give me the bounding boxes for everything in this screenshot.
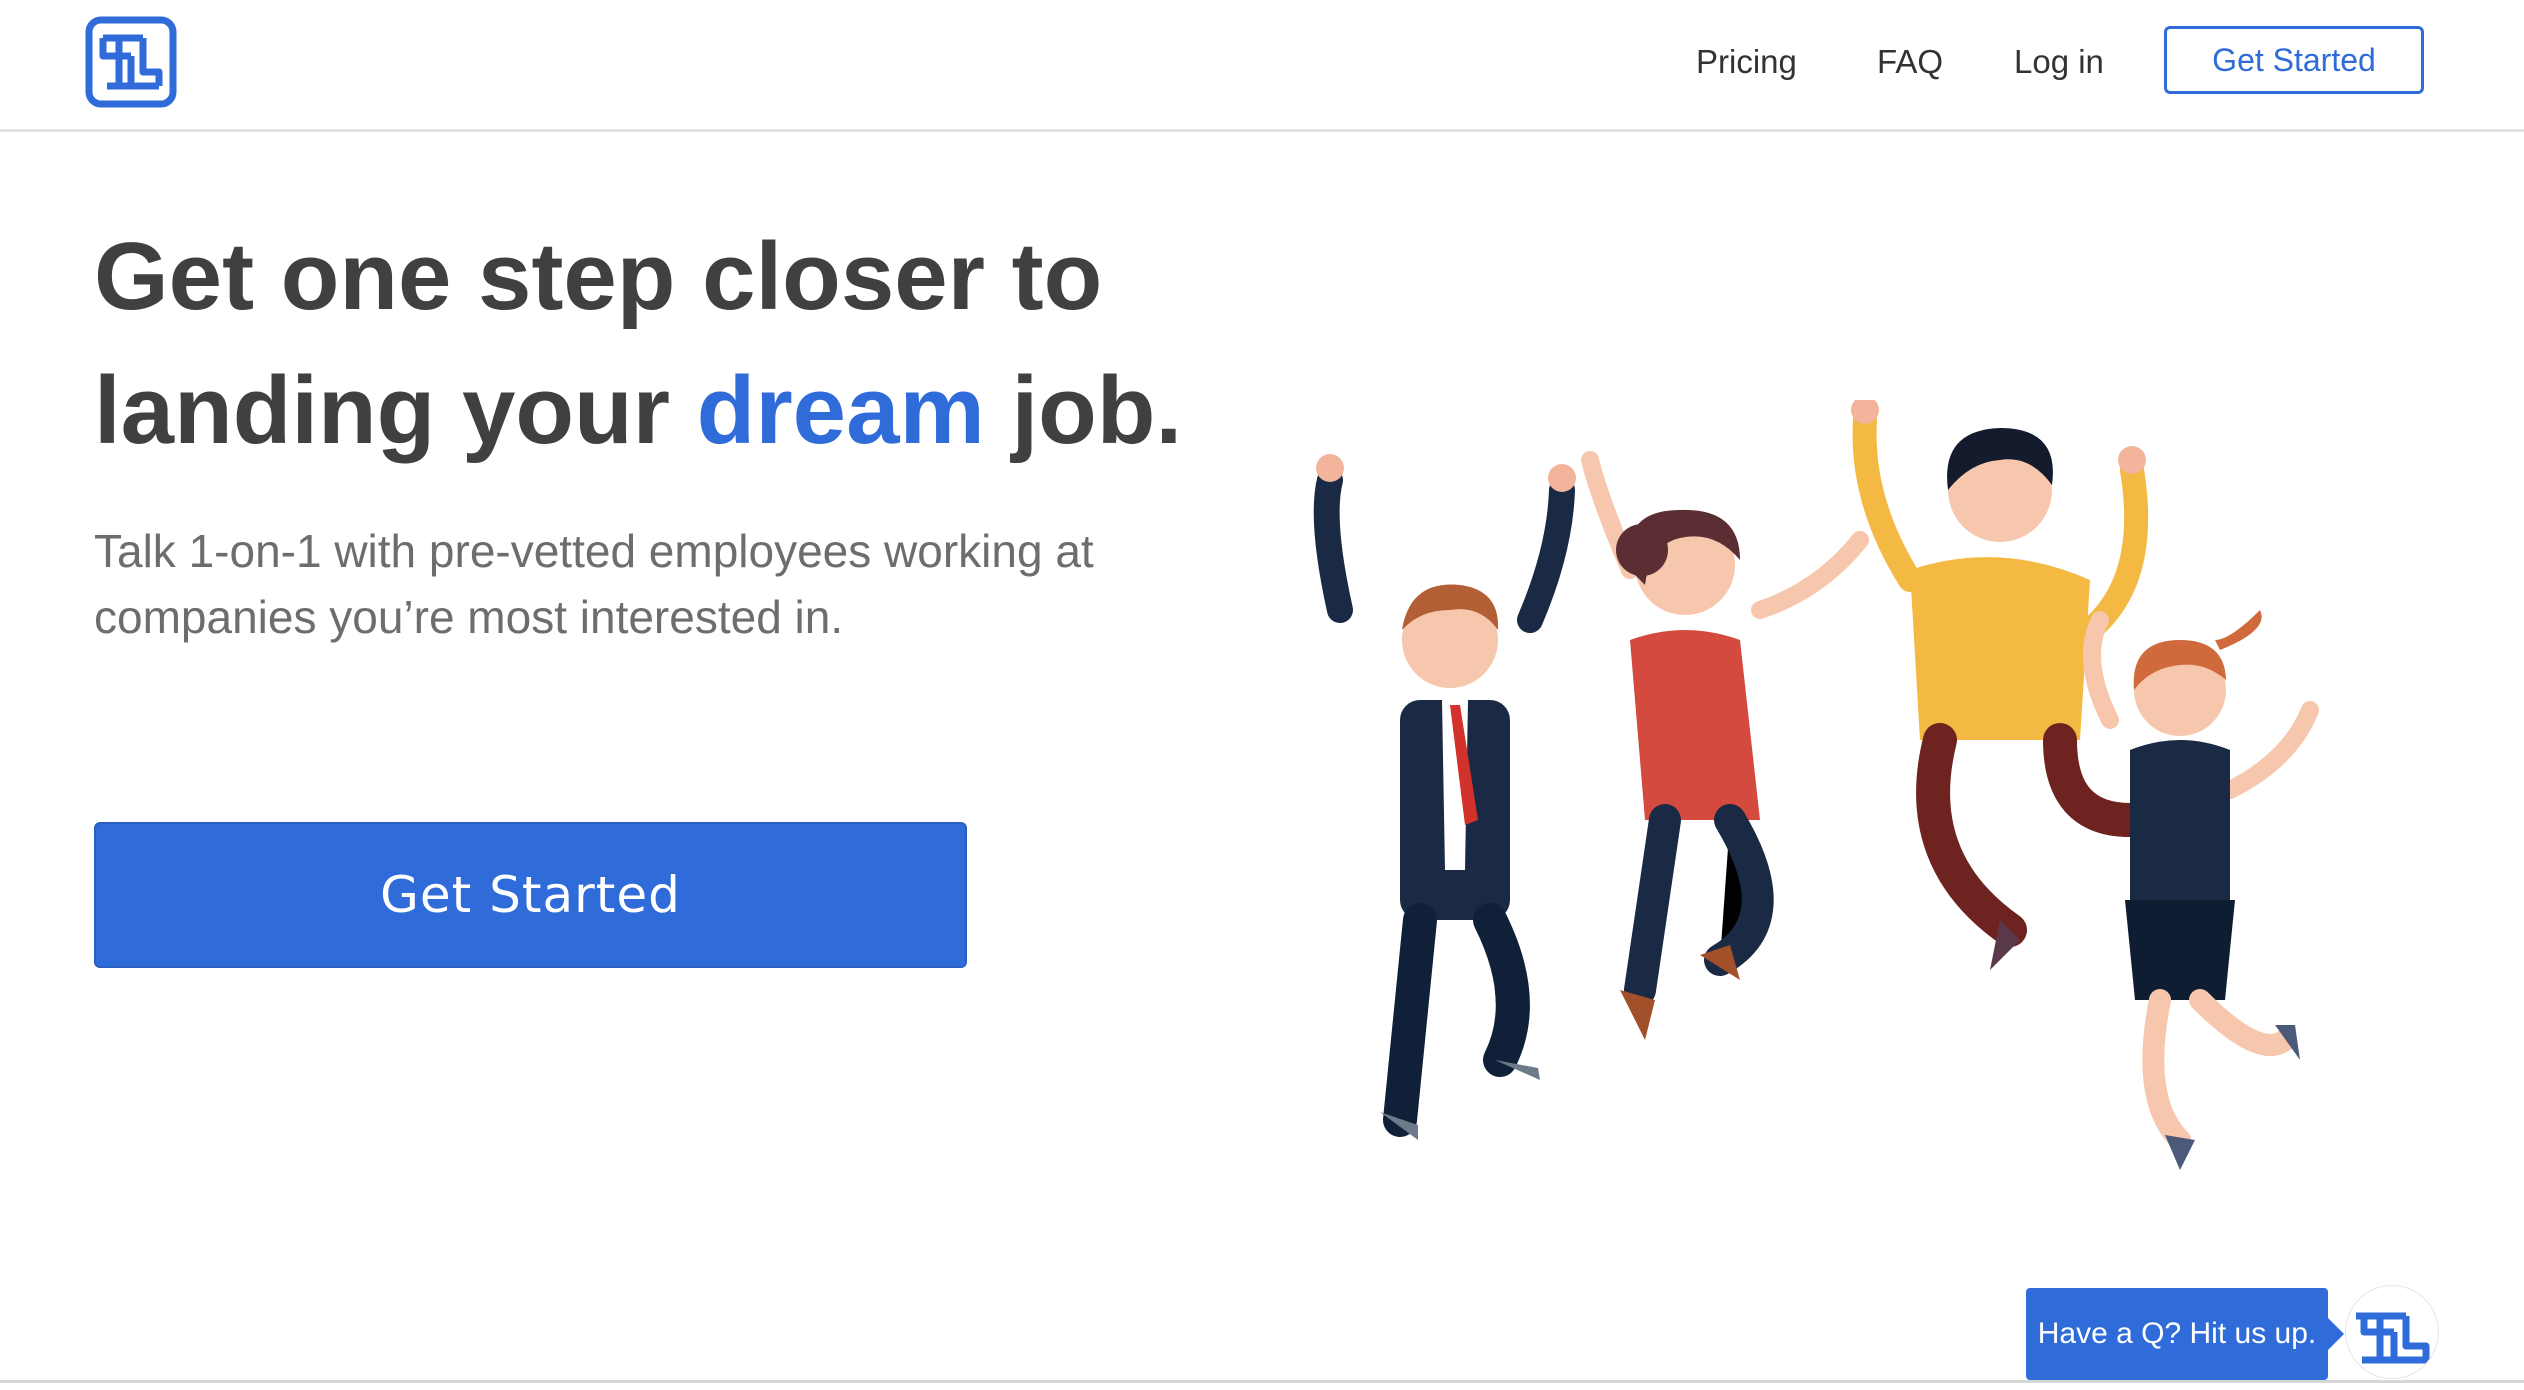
nav-link-pricing[interactable]: Pricing <box>1696 40 1797 84</box>
hero-subheadline: Talk 1-on-1 with pre-vetted employees wo… <box>94 518 1234 650</box>
brand-logo-icon <box>2348 1288 2436 1376</box>
headline-line-1: Get one step closer to <box>94 223 1103 330</box>
person-man-yellow <box>1851 400 2160 970</box>
brand-logo-icon[interactable] <box>85 16 177 108</box>
nav-link-login[interactable]: Log in <box>2014 40 2104 84</box>
subheadline-line-2: companies you’re most interested in. <box>94 591 844 643</box>
chat-launcher-avatar[interactable] <box>2346 1286 2438 1378</box>
top-navigation-bar: Pricing FAQ Log in Get Started <box>0 0 2524 132</box>
headline-line-2-before: landing your <box>94 357 697 464</box>
headline-accent-word: dream <box>696 357 985 464</box>
person-woman-red <box>1581 451 1869 1040</box>
hero-headline: Get one step closer to landing your drea… <box>94 210 1294 478</box>
header-get-started-button[interactable]: Get Started <box>2164 26 2424 94</box>
chat-prompt-bubble[interactable]: Have a Q? Hit us up. <box>2026 1288 2344 1380</box>
headline-line-2-after: job. <box>984 357 1183 464</box>
bottom-border <box>0 1380 2524 1383</box>
hero-get-started-button[interactable]: Get Started <box>94 822 967 968</box>
person-man-suit <box>1313 454 1576 1140</box>
jumping-people-illustration <box>1313 400 2319 1170</box>
person-woman-navy <box>2083 610 2319 1170</box>
subheadline-line-1: Talk 1-on-1 with pre-vetted employees wo… <box>94 525 1094 577</box>
landing-page: Pricing FAQ Log in Get Started Get one s… <box>0 0 2524 1390</box>
nav-link-faq[interactable]: FAQ <box>1877 40 1943 84</box>
